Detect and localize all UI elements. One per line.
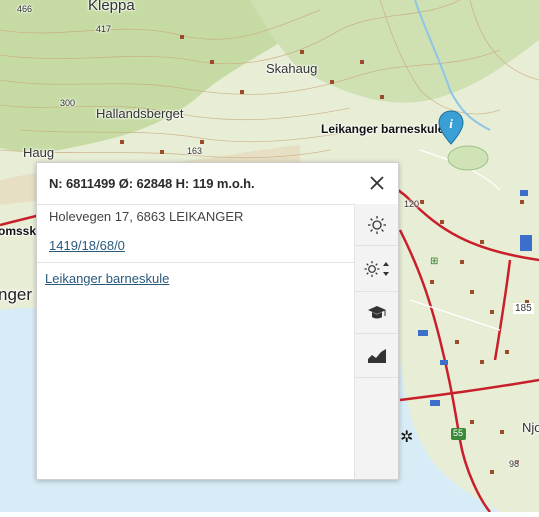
elevation-profile-button[interactable] <box>355 334 398 378</box>
road-number-label: 185 <box>513 303 534 314</box>
coordinates-title: N: 6811499 Ø: 62848 H: 119 m.o.h. <box>49 176 255 191</box>
place-label-njo: Njo <box>522 420 539 435</box>
divider <box>37 262 355 263</box>
location-info-popup: N: 6811499 Ø: 62848 H: 119 m.o.h. Holeve… <box>36 162 399 480</box>
elevation-label: 98 <box>509 459 520 469</box>
health-icon: ⊞ <box>430 256 438 267</box>
place-label-skahaug: Skahaug <box>266 61 318 76</box>
elevation-label: 163 <box>187 146 203 156</box>
sun-adjust-icon <box>364 260 389 277</box>
popup-header: N: 6811499 Ø: 62848 H: 119 m.o.h. <box>37 163 398 205</box>
graduation-cap-icon <box>367 305 386 318</box>
school-info-button[interactable] <box>355 292 398 334</box>
elevation-label: 466 <box>17 4 33 14</box>
popup-body: Holevegen 17, 6863 LEIKANGER 1419/18/68/… <box>37 204 355 479</box>
address-text: Holevegen 17, 6863 LEIKANGER <box>49 209 244 224</box>
sun-adjust-button[interactable] <box>355 246 398 292</box>
elevation-label: 120 <box>404 199 420 209</box>
elevation-label: 300 <box>60 98 76 108</box>
place-label-haug: Haug <box>23 145 55 160</box>
elevation-label: 417 <box>96 24 112 34</box>
place-label-hallandsberget: Hallandsberget <box>96 106 184 121</box>
landmark-star-icon: ✲ <box>400 429 413 446</box>
sun-button[interactable] <box>355 204 398 246</box>
close-icon[interactable] <box>366 172 388 194</box>
road-label: omssk <box>0 224 37 238</box>
cadastre-link[interactable]: 1419/18/68/0 <box>49 238 125 253</box>
sun-icon <box>367 215 386 234</box>
svg-text:i: i <box>449 116 453 131</box>
popup-toolbar <box>354 204 398 479</box>
road-shield-label: 55 <box>453 428 464 438</box>
place-label-leikanger: nger <box>0 285 33 304</box>
info-pin-icon[interactable]: i <box>438 110 464 146</box>
place-label-kleppa: Kleppa <box>88 0 135 14</box>
place-label-school: Leikanger barneskule <box>321 122 445 136</box>
sports-field <box>447 145 489 171</box>
place-link[interactable]: Leikanger barneskule <box>45 271 169 286</box>
elevation-profile-icon <box>367 348 386 363</box>
